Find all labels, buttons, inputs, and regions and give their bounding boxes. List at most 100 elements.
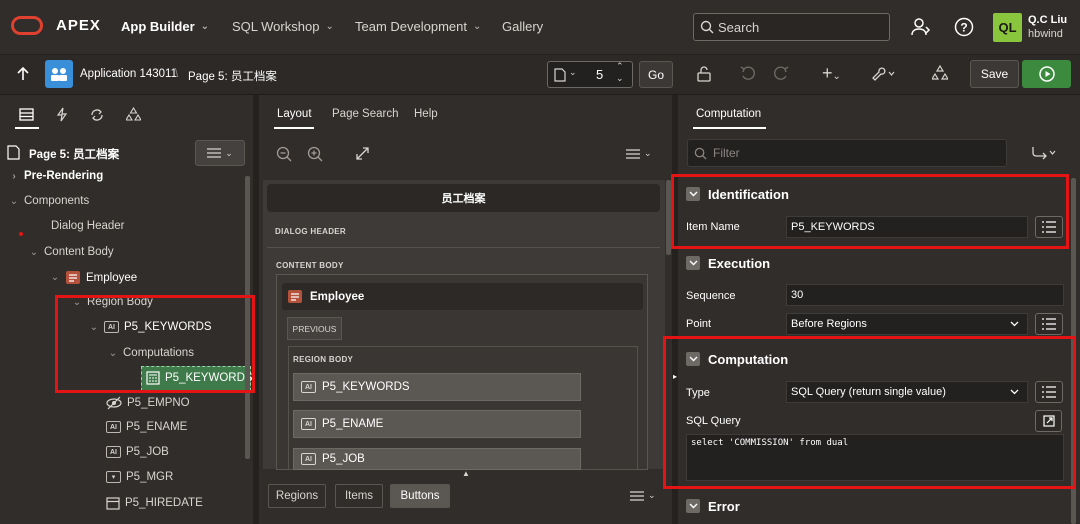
user-name[interactable]: Q.C Liu (1028, 14, 1067, 26)
redo-icon[interactable] (773, 65, 789, 81)
group-computation[interactable]: Computation (679, 346, 1069, 372)
nav-sql-workshop[interactable]: SQL Workshop ⌄ (232, 19, 334, 34)
type-select[interactable]: SQL Query (return single value) (786, 381, 1028, 403)
page-number-selector[interactable]: ⌄ 5 ⌃ ⌄ (547, 61, 633, 88)
user-workspace: hbwind (1028, 28, 1063, 40)
chevron-down-icon: ⌄ (473, 21, 482, 32)
sql-query-editor[interactable]: select 'COMMISSION' from dual (686, 434, 1064, 481)
tree-item-p5-keywords[interactable]: ⌄ AI P5_KEYWORDS (89, 321, 212, 333)
tab-page-search[interactable]: Page Search (332, 108, 399, 120)
text-item-icon: AI (104, 321, 119, 333)
nav-team-development[interactable]: Team Development ⌄ (355, 19, 481, 34)
oracle-logo[interactable] (11, 16, 43, 35)
menu-icon (207, 148, 222, 158)
group-identification[interactable]: Identification (679, 181, 1069, 207)
previous-button[interactable]: PREVIOUS (287, 317, 342, 340)
tree-item-p5-job[interactable]: AI P5_JOB (106, 446, 169, 458)
page-up-icon[interactable]: ⌃ (616, 61, 624, 72)
rendering-tab-icon[interactable] (19, 108, 34, 121)
tree-item-computation-p5-keywords[interactable]: P5_KEYWORDS (146, 371, 253, 385)
run-button[interactable] (1022, 60, 1071, 88)
expand-icon[interactable] (356, 147, 369, 160)
search-icon (694, 147, 707, 160)
dynamic-actions-icon[interactable] (56, 107, 68, 122)
layout-menu-button[interactable]: ⌄ (626, 148, 652, 159)
tree-item-content-body[interactable]: ⌄ Content Body (29, 246, 114, 258)
tree-scrollbar[interactable] (245, 176, 250, 459)
page-down-icon[interactable]: ⌄ (616, 73, 624, 84)
chevron-down-icon: ⌄ (325, 21, 334, 32)
chevron-down-icon: ⌄ (89, 321, 99, 333)
page-icon (7, 145, 20, 160)
app-name[interactable]: APEX (56, 17, 101, 34)
tree-item-pre-rendering[interactable]: › Pre-Rendering (9, 170, 103, 182)
property-filter-input[interactable]: Filter (687, 139, 1007, 167)
group-execution[interactable]: Execution (679, 250, 1069, 276)
nav-app-builder[interactable]: App Builder ⌄ (121, 19, 209, 34)
user-admin-icon[interactable] (911, 17, 931, 37)
menu-icon (626, 148, 640, 159)
layout-page-title[interactable]: 员工档案 (267, 184, 660, 212)
property-scrollbar[interactable] (1071, 178, 1076, 524)
utilities-wrench-icon[interactable] (870, 65, 896, 81)
layout-item-p5-job[interactable]: AI P5_JOB (293, 448, 581, 470)
application-icon[interactable] (45, 60, 73, 88)
tab-layout[interactable]: Layout (277, 108, 312, 120)
tab-items[interactable]: Items (335, 484, 383, 508)
list-of-values-button[interactable] (1035, 313, 1063, 335)
tree-item-p5-empno[interactable]: P5_EMPNO (106, 396, 190, 410)
list-of-values-button[interactable] (1035, 381, 1063, 403)
lock-page-icon[interactable] (696, 66, 712, 82)
chevron-down-icon: ⌄ (225, 147, 233, 158)
gallery-menu-button[interactable]: ⌄ (630, 490, 656, 501)
shared-components-icon[interactable] (932, 65, 948, 81)
processing-icon[interactable] (89, 108, 105, 122)
chevron-down-icon (1010, 321, 1019, 327)
help-icon[interactable]: ? (954, 17, 974, 37)
region-icon (65, 270, 81, 285)
zoom-in-icon[interactable] (307, 146, 323, 162)
tab-regions[interactable]: Regions (268, 484, 326, 508)
collapse-right-icon[interactable]: ▸ (673, 372, 677, 381)
tree-item-p5-hiredate[interactable]: P5_HIREDATE (106, 496, 203, 510)
tree-item-region-body[interactable]: ⌄ Region Body (72, 296, 153, 308)
tree-item-dialog-header[interactable]: Dialog Header (51, 220, 125, 232)
tree-page-title[interactable]: Page 5: 员工档案 (29, 146, 119, 162)
save-button[interactable]: Save (970, 60, 1019, 88)
tree-menu-button[interactable]: ⌄ (195, 140, 245, 166)
layout-scrollbar[interactable] (666, 180, 671, 255)
list-of-values-button[interactable] (1035, 216, 1063, 238)
point-select[interactable]: Before Regions (786, 313, 1028, 335)
go-button[interactable]: Go (639, 61, 673, 88)
chevron-down-icon (1010, 389, 1019, 395)
tree-item-p5-mgr[interactable]: ▾ P5_MGR (106, 471, 173, 483)
code-editor-expand-button[interactable] (1035, 410, 1062, 432)
undo-icon[interactable] (740, 65, 756, 81)
layout-item-p5-keywords[interactable]: AI P5_KEYWORDS (293, 373, 581, 401)
chevron-right-icon: › (12, 170, 16, 182)
arrow-up-icon[interactable] (16, 66, 30, 82)
chevron-down-icon (686, 187, 700, 201)
breadcrumb-application[interactable]: Application 143011 (80, 68, 177, 80)
nav-gallery[interactable]: Gallery (502, 19, 543, 34)
tree-item-components[interactable]: ⌄ Components (9, 195, 89, 207)
item-name-field[interactable]: P5_KEYWORDS (786, 216, 1028, 238)
create-menu-icon[interactable]: +⌄ (822, 63, 841, 84)
tab-help[interactable]: Help (414, 108, 438, 120)
tree-item-employee[interactable]: ⌄ Employee (50, 270, 137, 285)
shared-components-tab-icon[interactable] (126, 107, 141, 122)
layout-item-p5-ename[interactable]: AI P5_ENAME (293, 410, 581, 438)
tree-item-p5-ename[interactable]: AI P5_ENAME (106, 421, 187, 433)
chevron-down-icon: ⌄ (50, 272, 60, 283)
avatar[interactable]: QL (993, 13, 1022, 42)
zoom-out-icon[interactable] (276, 146, 292, 162)
tab-computation[interactable]: Computation (696, 108, 761, 120)
group-error[interactable]: Error (679, 493, 1069, 519)
tree-item-computations[interactable]: ⌄ Computations (108, 347, 194, 359)
page-number-value[interactable]: 5 (596, 67, 603, 82)
sequence-field[interactable]: 30 (786, 284, 1064, 306)
goto-group-icon[interactable] (1031, 146, 1057, 160)
tab-buttons[interactable]: Buttons (390, 484, 450, 508)
region-body-label: REGION BODY (293, 355, 354, 364)
search-input[interactable]: Search (693, 13, 890, 41)
